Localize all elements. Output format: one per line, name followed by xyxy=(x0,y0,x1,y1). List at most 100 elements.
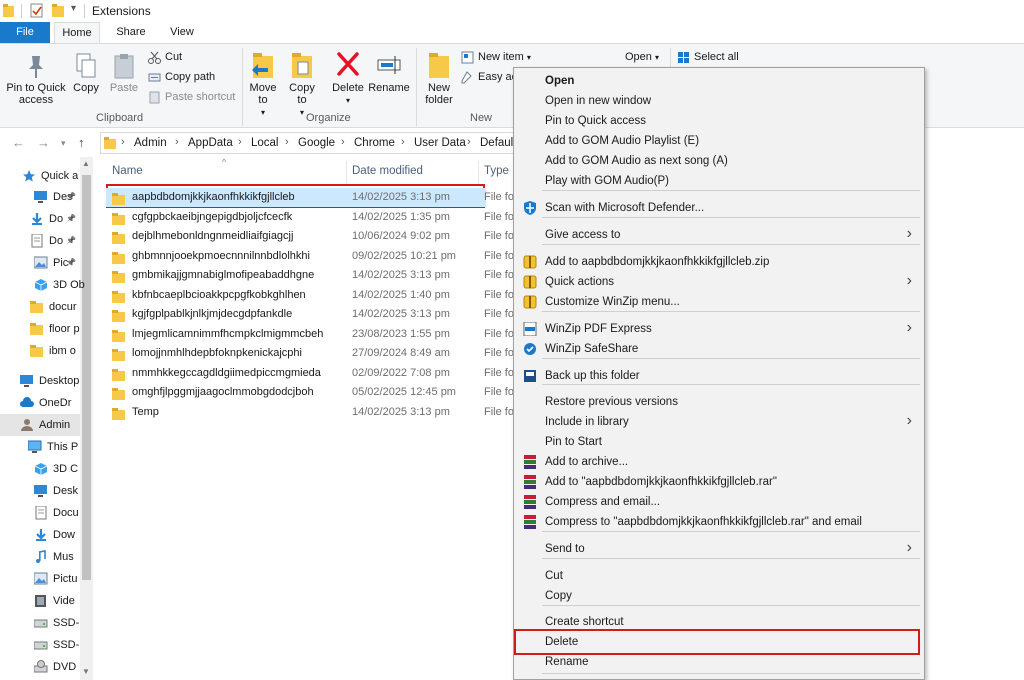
breadcrumb-chrome[interactable]: Chrome xyxy=(354,137,395,149)
file-row[interactable]: gmbmikajjgmnabiglmofipeabaddhgne 14/02/20… xyxy=(106,266,514,285)
file-row[interactable]: nmmhkkegccagdldgiimedpiccmgmieda 02/09/20… xyxy=(106,364,514,383)
nav-item-desktop[interactable]: Desktop xyxy=(0,370,80,392)
menu-item-rename[interactable]: Rename xyxy=(514,652,924,672)
menu-item-customize-winzip-menu[interactable]: Customize WinZip menu... xyxy=(514,292,924,312)
file-row[interactable]: kbfnbcaeplbcioakkpcpgfkobkghlhen 14/02/20… xyxy=(106,286,514,305)
file-row[interactable]: lmjegmlicamnimmfhcmpkclmigmmcbeh 23/08/20… xyxy=(106,325,514,344)
nav-item-floor-p[interactable]: floor p xyxy=(0,318,80,340)
menu-item-restore-previous-versions[interactable]: Restore previous versions xyxy=(514,392,924,412)
rename-button[interactable]: Rename xyxy=(368,50,410,94)
paste-shortcut-button[interactable]: Paste shortcut xyxy=(148,89,235,105)
tab-home[interactable]: Home xyxy=(54,22,100,43)
paste-button[interactable]: Paste xyxy=(106,52,142,94)
column-separator[interactable] xyxy=(346,161,347,185)
scroll-down-icon[interactable]: ▼ xyxy=(82,667,90,676)
nav-item-ssd[interactable]: SSD- xyxy=(0,634,80,656)
menu-item-open-in-new-window[interactable]: Open in new window xyxy=(514,91,924,111)
menu-item-copy[interactable]: Copy xyxy=(514,586,924,606)
tab-view[interactable]: View xyxy=(160,22,204,43)
menu-item-delete[interactable]: Delete xyxy=(514,632,924,652)
tab-share[interactable]: Share xyxy=(109,22,153,43)
nav-item-onedr[interactable]: OneDr xyxy=(0,392,80,414)
cut-button[interactable]: Cut xyxy=(148,49,182,65)
copy-button[interactable]: Copy xyxy=(70,52,102,94)
breadcrumb-local[interactable]: Local xyxy=(251,137,279,149)
nav-item-do[interactable]: Do 📌 xyxy=(0,208,80,230)
column-separator[interactable] xyxy=(478,161,479,185)
menu-item-scan-with-microsoft-defender[interactable]: Scan with Microsoft Defender... xyxy=(514,198,924,218)
nav-item-pictu[interactable]: Pictu xyxy=(0,568,80,590)
move-to-button[interactable]: Move to ▾ xyxy=(246,50,280,119)
breadcrumb-admin[interactable]: Admin xyxy=(134,137,167,149)
menu-item-add-to-gom-audio-playlist-e[interactable]: Add to GOM Audio Playlist (E) xyxy=(514,131,924,151)
column-header-type[interactable]: Type xyxy=(484,165,509,177)
menu-item-include-in-library[interactable]: Include in library › xyxy=(514,412,924,432)
nav-scroll-thumb[interactable] xyxy=(82,175,91,580)
nav-item-3d-ob[interactable]: 3D Ob xyxy=(0,274,85,296)
breadcrumb-default[interactable]: Defaul xyxy=(480,137,513,149)
menu-item-create-shortcut[interactable]: Create shortcut xyxy=(514,612,924,632)
file-row[interactable]: Temp 14/02/2025 3:13 pm File fo xyxy=(106,403,514,422)
menu-item-winzip-safeshare[interactable]: WinZip SafeShare xyxy=(514,339,924,359)
up-arrow-icon[interactable]: ↑ xyxy=(78,135,85,150)
nav-item-vide[interactable]: Vide xyxy=(0,590,80,612)
file-row[interactable]: lomojjnmhlhdepbfoknpkenickajcphi 27/09/20… xyxy=(106,344,514,363)
nav-item-ssd[interactable]: SSD- xyxy=(0,612,80,634)
file-row[interactable]: dejblhmebonldngnmeidliaifgiagcjj 10/06/20… xyxy=(106,227,514,246)
breadcrumb-appdata[interactable]: AppData xyxy=(188,137,233,149)
select-all-button[interactable]: Select all xyxy=(677,49,739,65)
breadcrumb-user-data[interactable]: User Data xyxy=(414,137,466,149)
menu-item-compress-to-aapbdbdomjkkjkaonfhkkikfgjllcleb-rar-and-email[interactable]: Compress to "aapbdbdomjkkjkaonfhkkikfgjl… xyxy=(514,512,924,532)
file-row[interactable]: aapbdbdomjkkjkaonfhkkikfgjllcleb 14/02/20… xyxy=(106,188,514,207)
address-bar[interactable]: › Admin › AppData › Local › Google › Chr… xyxy=(100,132,520,154)
properties-icon[interactable] xyxy=(30,3,44,19)
menu-item-open[interactable]: Open xyxy=(514,71,924,91)
nav-item-docu[interactable]: Docu xyxy=(0,502,80,524)
customize-qat-icon[interactable]: ▾ xyxy=(71,3,76,14)
open-button[interactable]: Open ▾ xyxy=(625,49,659,65)
scroll-up-icon[interactable]: ▲ xyxy=(82,159,90,168)
menu-item-winzip-pdf-express[interactable]: WinZip PDF Express › xyxy=(514,319,924,339)
new-folder-icon[interactable] xyxy=(52,3,65,19)
copy-to-button[interactable]: Copy to ▾ xyxy=(285,50,319,119)
nav-item-this-p[interactable]: This P xyxy=(0,436,80,458)
copy-path-button[interactable]: Copy path xyxy=(148,69,215,85)
breadcrumb-google[interactable]: Google xyxy=(298,137,335,149)
menu-item-add-to-gom-audio-as-next-song-a[interactable]: Add to GOM Audio as next song (A) xyxy=(514,151,924,171)
menu-item-back-up-this-folder[interactable]: Back up this folder xyxy=(514,366,924,386)
menu-item-add-to-archive[interactable]: Add to archive... xyxy=(514,452,924,472)
column-header-date[interactable]: Date modified xyxy=(352,165,423,177)
file-row[interactable]: kgjfgplpablkjnlkjmjdecgdpfankdle 14/02/20… xyxy=(106,305,514,324)
nav-item-des[interactable]: Des 📌 xyxy=(0,186,80,208)
menu-item-pin-to-quick-access[interactable]: Pin to Quick access xyxy=(514,111,924,131)
menu-item-add-to-aapbdbdomjkkjkaonfhkkikfgjllcleb-zip[interactable]: Add to aapbdbdomjkkjkaonfhkkikfgjllcleb.… xyxy=(514,252,924,272)
menu-item-send-to[interactable]: Send to › xyxy=(514,539,924,559)
nav-item-pic[interactable]: Pic 📌 xyxy=(0,252,80,274)
forward-arrow-icon[interactable]: → xyxy=(37,135,50,150)
menu-item-compress-and-email[interactable]: Compress and email... xyxy=(514,492,924,512)
tab-file[interactable]: File xyxy=(0,22,50,43)
nav-item-desk[interactable]: Desk xyxy=(0,480,80,502)
menu-item-add-to-aapbdbdomjkkjkaonfhkkikfgjllcleb-rar[interactable]: Add to "aapbdbdomjkkjkaonfhkkikfgjllcleb… xyxy=(514,472,924,492)
nav-scrollbar[interactable]: ▲ ▼ xyxy=(80,157,93,680)
nav-item-do[interactable]: Do 📌 xyxy=(0,230,80,252)
new-folder-button[interactable]: New folder xyxy=(420,50,458,106)
menu-item-cut[interactable]: Cut xyxy=(514,566,924,586)
file-row[interactable]: omghfjlpggmjjaagoclmmobgdodcjboh 05/02/20… xyxy=(106,383,514,402)
menu-item-give-access-to[interactable]: Give access to › xyxy=(514,225,924,245)
nav-item-docur[interactable]: docur xyxy=(0,296,80,318)
file-row[interactable]: ghbmnnjooekpmoecnnnilnnbdlolhkhi 09/02/20… xyxy=(106,247,514,266)
column-header-name[interactable]: Name xyxy=(112,165,143,177)
nav-item-dvd[interactable]: DVD xyxy=(0,656,80,678)
menu-item-play-with-gom-audio-p[interactable]: Play with GOM Audio(P) xyxy=(514,171,924,191)
nav-item-admin[interactable]: Admin xyxy=(0,414,80,436)
menu-item-quick-actions[interactable]: Quick actions › xyxy=(514,272,924,292)
recent-locations-icon[interactable]: ▾ xyxy=(61,138,66,149)
pin-quick-access-button[interactable]: Pin to Quick access xyxy=(4,52,68,106)
nav-item-mus[interactable]: Mus xyxy=(0,546,80,568)
nav-item-ibm-o[interactable]: ibm o xyxy=(0,340,80,362)
easy-access-button[interactable]: Easy ac xyxy=(461,69,517,85)
new-item-button[interactable]: New item ▾ xyxy=(461,49,531,65)
back-arrow-icon[interactable]: ← xyxy=(12,135,25,150)
menu-item-pin-to-start[interactable]: Pin to Start xyxy=(514,432,924,452)
